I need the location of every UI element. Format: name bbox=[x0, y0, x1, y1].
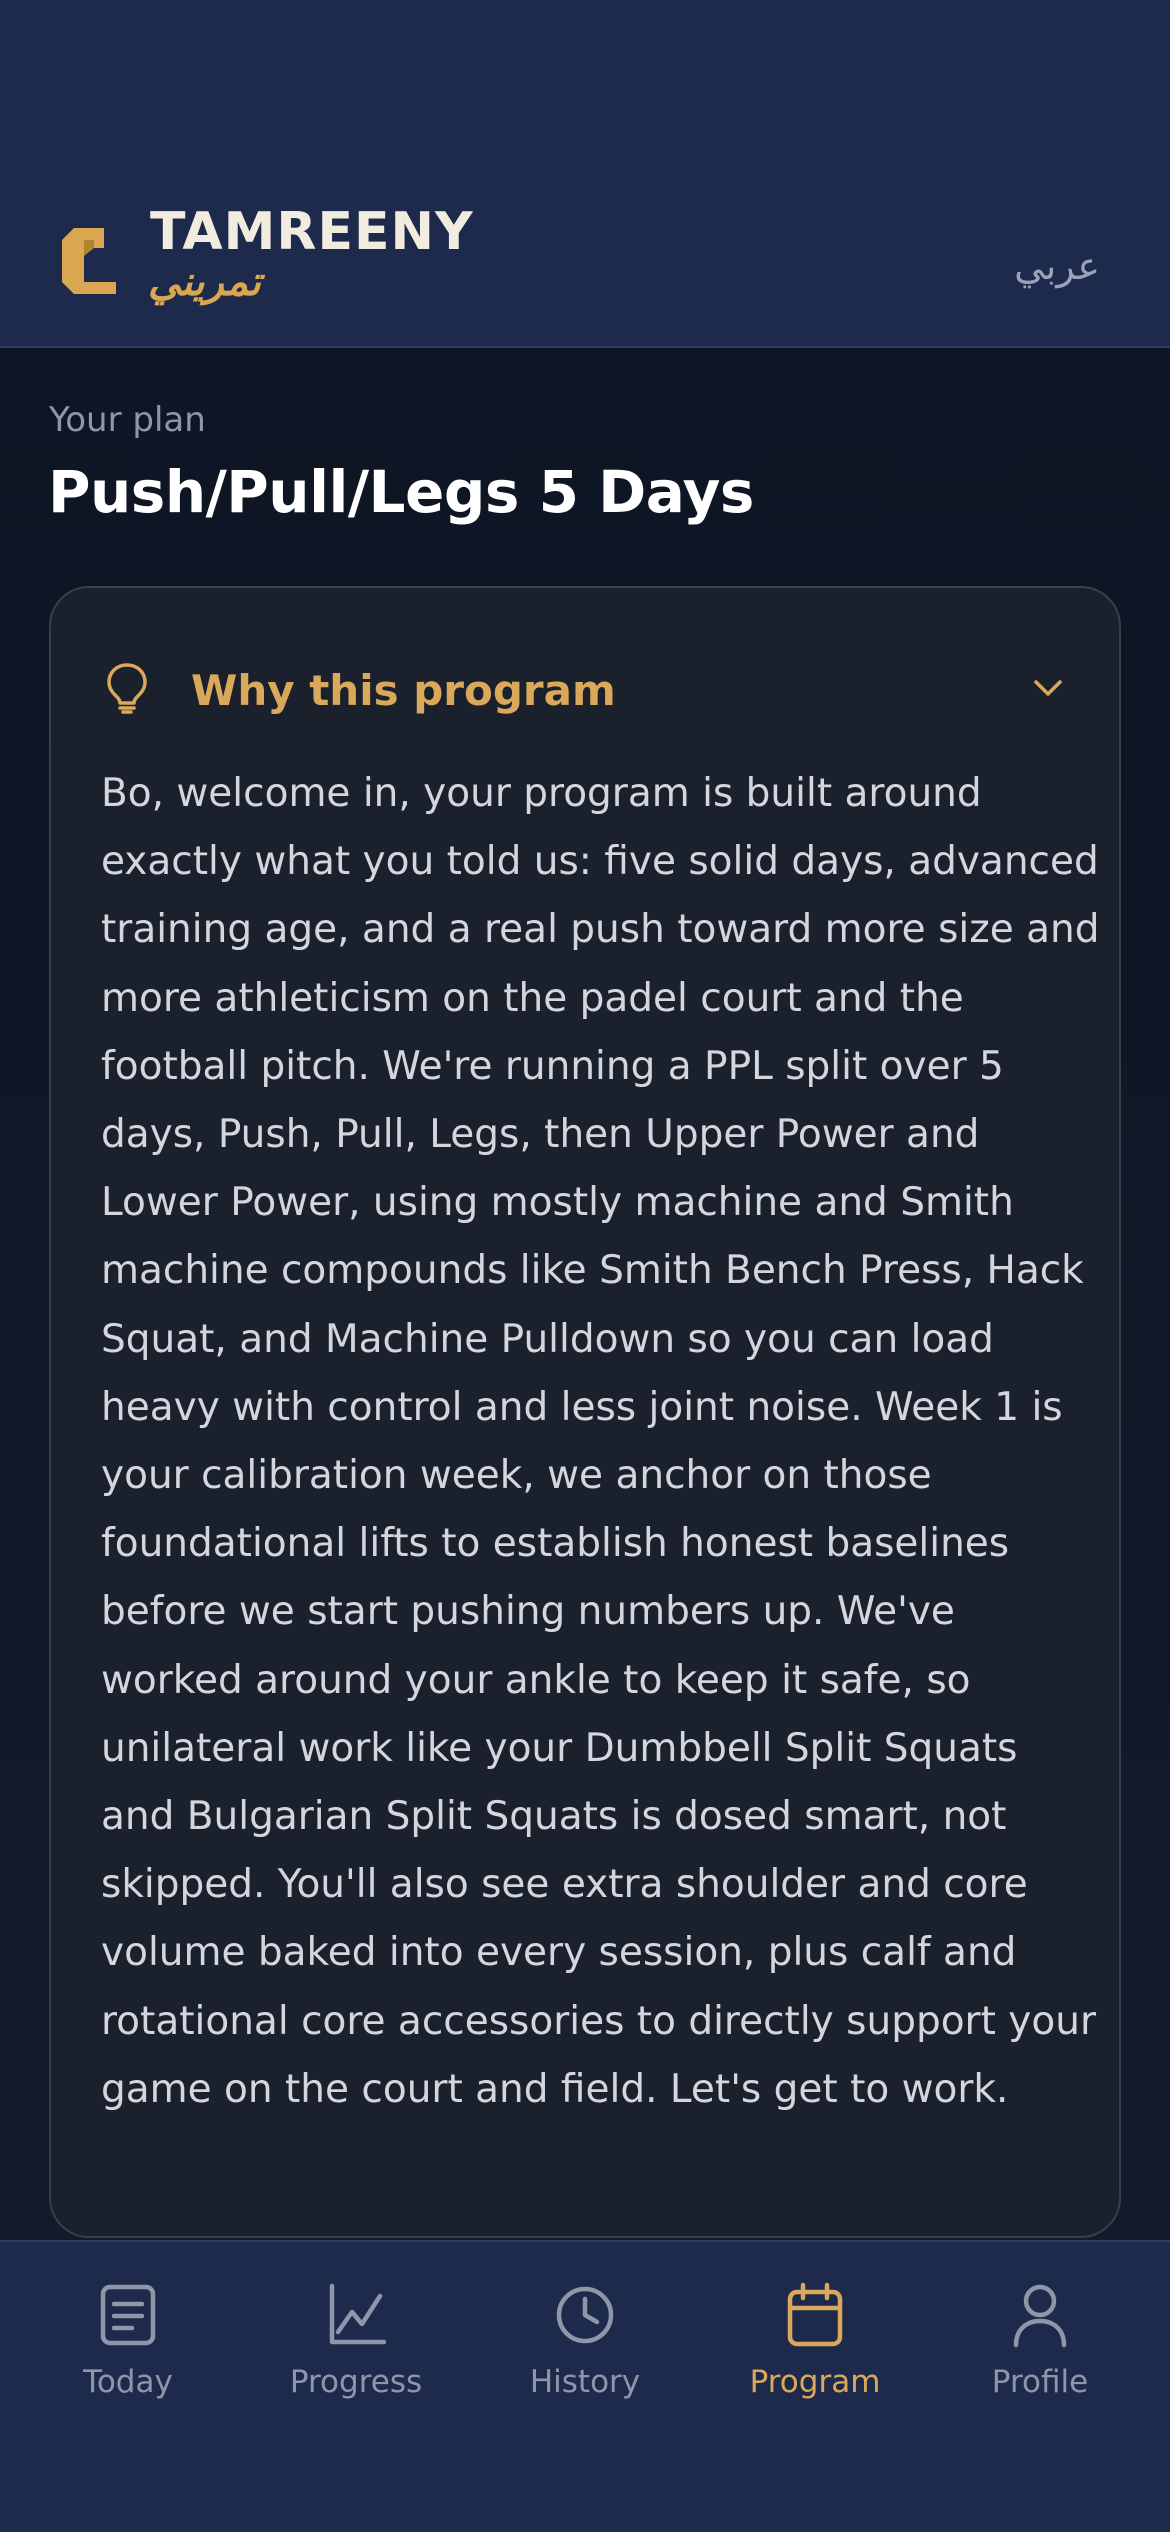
tab-label: History bbox=[529, 2364, 641, 2400]
page-title: Push/Pull/Legs 5 Days bbox=[48, 458, 754, 526]
tab-profile[interactable]: Profile bbox=[940, 2282, 1140, 2412]
plan-eyebrow: Your plan bbox=[49, 400, 206, 440]
clock-icon bbox=[556, 2286, 614, 2344]
chart-icon bbox=[329, 2283, 386, 2345]
clipboard-icon bbox=[100, 2284, 156, 2346]
lightbulb-icon bbox=[107, 663, 147, 714]
tab-progress[interactable]: Progress bbox=[256, 2282, 456, 2412]
card-title: Why this program bbox=[191, 666, 616, 715]
chevron-down-icon bbox=[1034, 680, 1062, 696]
language-toggle[interactable]: عربي bbox=[1014, 244, 1100, 288]
tamreeny-logo-icon bbox=[62, 228, 116, 294]
calendar-icon bbox=[787, 2282, 843, 2347]
tab-label: Program bbox=[749, 2364, 881, 2400]
program-rationale-text: Bo, welcome in, your program is built ar… bbox=[101, 771, 1100, 2112]
brand-arabic-name: تمريني bbox=[148, 259, 261, 305]
brand-name: TAMREENY bbox=[150, 202, 474, 262]
tab-today[interactable]: Today bbox=[28, 2282, 228, 2412]
tab-label: Profile bbox=[991, 2364, 1089, 2400]
program-screen: Your plan Push/Pull/Legs 5 Days Why this… bbox=[0, 348, 1170, 2240]
person-icon bbox=[1013, 2284, 1067, 2348]
why-this-program-toggle[interactable]: Why this program bbox=[51, 588, 1119, 752]
why-this-program-card: Why this program Bo, welcome in, your pr… bbox=[49, 586, 1121, 2238]
tab-program[interactable]: Program bbox=[715, 2282, 915, 2412]
bottom-tab-bar: Today Progress History Program Profile bbox=[0, 2240, 1170, 2532]
tab-label: Today bbox=[83, 2364, 173, 2400]
tab-history[interactable]: History bbox=[485, 2282, 685, 2412]
tab-label: Progress bbox=[289, 2364, 423, 2400]
app-header: TAMREENY تمريني عربي bbox=[0, 0, 1170, 348]
